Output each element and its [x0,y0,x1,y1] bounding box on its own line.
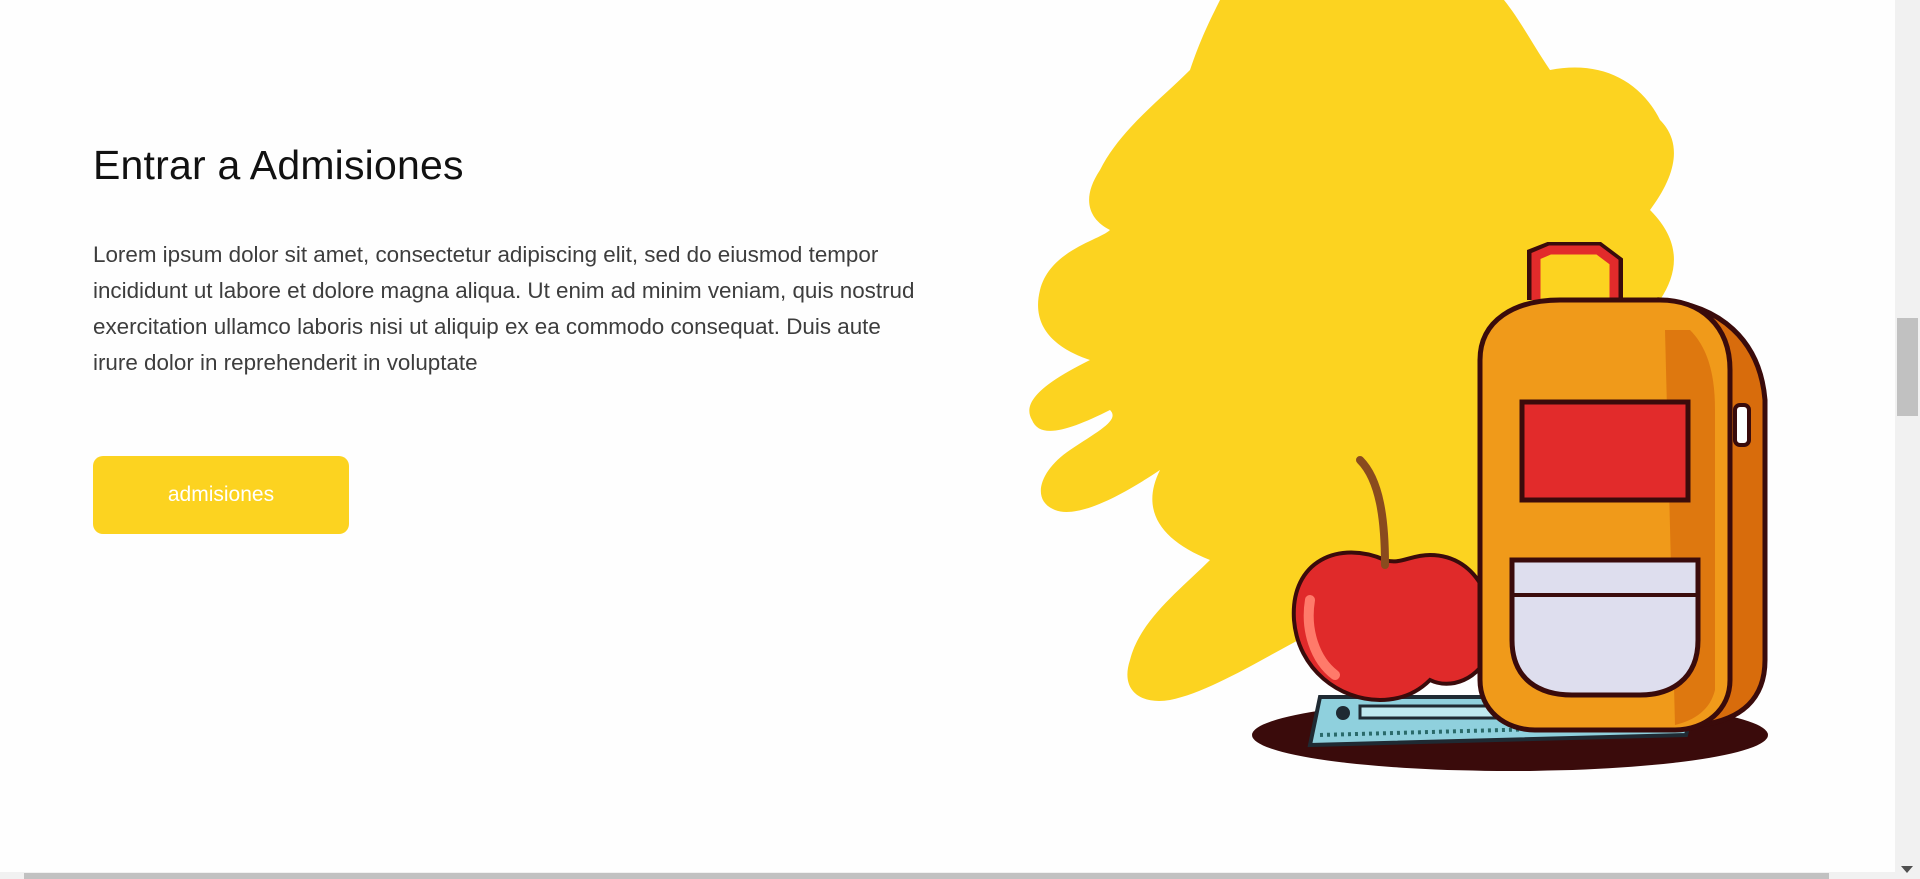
admisiones-button[interactable]: admisiones [93,456,349,534]
vertical-scrollbar-thumb[interactable] [1897,318,1918,416]
admissions-content: Entrar a Admisiones Lorem ipsum dolor si… [93,136,933,381]
horizontal-scrollbar[interactable] [0,872,1895,879]
scroll-down-arrow-icon[interactable] [1901,866,1913,873]
backpack-icon [1477,242,1768,733]
vertical-scrollbar[interactable] [1895,0,1920,879]
backpack-illustration [1029,0,1768,771]
horizontal-scrollbar-thumb[interactable] [24,873,1829,879]
page: Entrar a Admisiones Lorem ipsum dolor si… [0,0,1920,879]
admissions-section: Entrar a Admisiones Lorem ipsum dolor si… [0,0,1895,872]
section-title: Entrar a Admisiones [93,142,464,188]
section-description: Lorem ipsum dolor sit amet, consectetur … [93,242,915,375]
